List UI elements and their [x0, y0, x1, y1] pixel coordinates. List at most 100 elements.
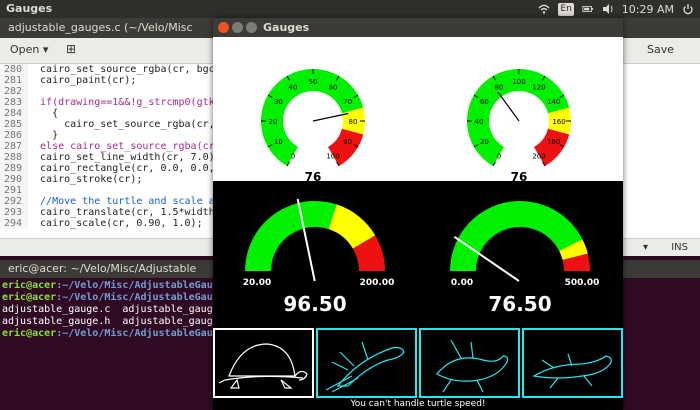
tick-label: 120	[532, 83, 545, 91]
tick-label: 70	[343, 98, 352, 106]
line-number: 283	[0, 97, 28, 108]
terminal-text: adjustable_gauge.h adjustable_gaug	[2, 316, 213, 327]
maximize-icon[interactable]	[246, 22, 257, 33]
keyboard-layout-indicator[interactable]: En	[558, 2, 574, 16]
line-number: 284	[0, 108, 28, 119]
value-readout: 76	[511, 170, 528, 181]
turtle-drawing-area-2[interactable]	[316, 328, 417, 398]
editor-title: adjustable_gauges.c (~/Velo/Misc	[8, 21, 193, 34]
line-number: 288	[0, 152, 28, 163]
clock[interactable]: 10:29 AM	[622, 3, 674, 16]
top-panel: Gauges En 10:29 AM	[0, 0, 700, 18]
power-icon[interactable]	[682, 3, 694, 15]
terminal-text: adjustable_gauge.c adjustable_gaug	[2, 304, 213, 315]
tick-label: 90	[343, 138, 352, 146]
value-readout: 76	[305, 170, 322, 181]
gauges-title-bar[interactable]: Gauges	[213, 18, 623, 37]
tick-label: 180	[547, 138, 560, 146]
tick-label: 60	[480, 98, 489, 106]
value-readout: 76.50	[488, 292, 551, 316]
max-label: 500.00	[565, 278, 600, 288]
line-number: 281	[0, 75, 28, 86]
volume-icon[interactable]	[602, 3, 614, 15]
dial-gauges: 0102030405060708090100760204060801001201…	[261, 69, 571, 184]
active-app-title: Gauges	[6, 2, 53, 15]
tick-label: 20	[269, 118, 278, 126]
dial2-dial: 0 20 40 60 80 100 120140 160 180200 76	[467, 69, 571, 184]
close-icon[interactable]	[218, 22, 229, 33]
minimize-icon[interactable]	[232, 22, 243, 33]
code-text: cairo_scale(cr, 0.90, 1.0);	[28, 218, 203, 229]
line-number: 287	[0, 141, 28, 152]
dial-gauge-panel: 0 10 20 30 40 50 60 70 80 90 100 76 0 20 40 60 80 100 120 1…	[213, 37, 623, 184]
line-number: 286	[0, 130, 28, 141]
chevron-down-icon[interactable]: ▾	[643, 242, 648, 253]
save-button[interactable]: Save	[647, 43, 674, 56]
code-text: cairo_set_source_rgba(cr,	[28, 119, 215, 130]
tick-label: 80	[495, 83, 504, 91]
tick-label: 140	[547, 98, 560, 106]
terminal-title: eric@acer: ~/Velo/Misc/Adjustable	[8, 262, 197, 275]
line-number: 294	[0, 218, 28, 229]
tick-label: 60	[329, 83, 338, 91]
chevron-down-icon: ▾	[42, 43, 49, 56]
gauges-window: Gauges 0 10 20 30 40 50 60 70 80 90 100 76 0 20 40 60 80…	[213, 18, 623, 410]
gauges-title: Gauges	[263, 21, 310, 34]
tick-label: 40	[475, 118, 484, 126]
needle	[497, 91, 520, 122]
battery-icon[interactable]	[582, 3, 594, 15]
code-text: else cairo_set_source_rgba(cr	[28, 141, 215, 152]
code-text: if(drawing==1&&!g_strcmp0(gtk	[28, 97, 215, 108]
line-number: 285	[0, 119, 28, 130]
tick-label: 160	[552, 118, 565, 126]
line-number: 282	[0, 86, 28, 97]
min-label: 0.00	[451, 278, 473, 288]
code-text: //Move the turtle and scale a	[28, 196, 215, 207]
tick-label: 100	[512, 78, 525, 86]
prompt-user: eric@acer	[2, 292, 57, 303]
max-label: 200.00	[360, 278, 395, 288]
tick-label: 0	[497, 153, 501, 161]
code-text: cairo_translate(cr, 1.5*width	[28, 207, 215, 218]
turtle-flying-icon	[325, 341, 405, 393]
prompt-path: :~/Velo/Misc/AdjustableGau	[56, 292, 213, 303]
open-button[interactable]: Open ▾	[10, 43, 48, 56]
tick-label: 10	[274, 138, 283, 146]
open-label: Open	[10, 43, 40, 56]
line-number: 289	[0, 163, 28, 174]
line-number: 291	[0, 185, 28, 196]
arc1-gauge: 20.00 200.00 96.50	[243, 198, 395, 316]
turtle-drawing-area-3[interactable]	[419, 328, 520, 398]
code-text: {	[28, 108, 59, 119]
code-text: cairo_stroke(cr);	[28, 174, 143, 185]
arc-gauges: 20.00 200.00 96.50 0.00 500.00 76.50	[243, 198, 600, 316]
line-number: 292	[0, 196, 28, 207]
turtle-drawing-area-1[interactable]	[213, 328, 314, 398]
system-tray: En 10:29 AM	[538, 1, 694, 17]
tick-label: 30	[274, 98, 283, 106]
new-document-icon[interactable]: ⊞	[66, 42, 76, 56]
turtle-flying-icon	[436, 339, 509, 393]
arc1-green-zone	[245, 201, 337, 271]
code-text: cairo_set_line_width(cr, 7.0)	[28, 152, 215, 163]
prompt-user: eric@acer	[2, 280, 57, 291]
line-number: 280	[0, 64, 28, 75]
insert-mode-indicator[interactable]: INS	[671, 242, 688, 253]
code-text: cairo_set_source_rgba(cr, bgc	[28, 64, 215, 75]
dial1-dial: 0 10 20 30 40 50 60 70 80 90 100 76	[261, 69, 365, 184]
wifi-icon[interactable]	[538, 3, 550, 15]
tick-label: 200	[532, 153, 545, 161]
turtle-drawing-area-4[interactable]	[522, 328, 623, 398]
tick-label: 0	[291, 153, 295, 161]
tick-label: 40	[289, 83, 298, 91]
line-number: 293	[0, 207, 28, 218]
code-text: }	[28, 130, 59, 141]
turtle-caption: You can't handle turtle speed!	[350, 399, 486, 409]
arc-gauge-panel: 20.00 200.00 96.50 0.00 500.00 76.50	[213, 181, 623, 328]
line-number: 290	[0, 174, 28, 185]
prompt-path: :~/Velo/Misc/AdjustableGau	[56, 328, 213, 339]
turtle-flying-icon	[532, 353, 612, 389]
tick-label: 100	[326, 153, 339, 161]
min-label: 20.00	[243, 278, 271, 288]
code-text: cairo_rectangle(cr, 0.0, 0.0,	[28, 163, 215, 174]
